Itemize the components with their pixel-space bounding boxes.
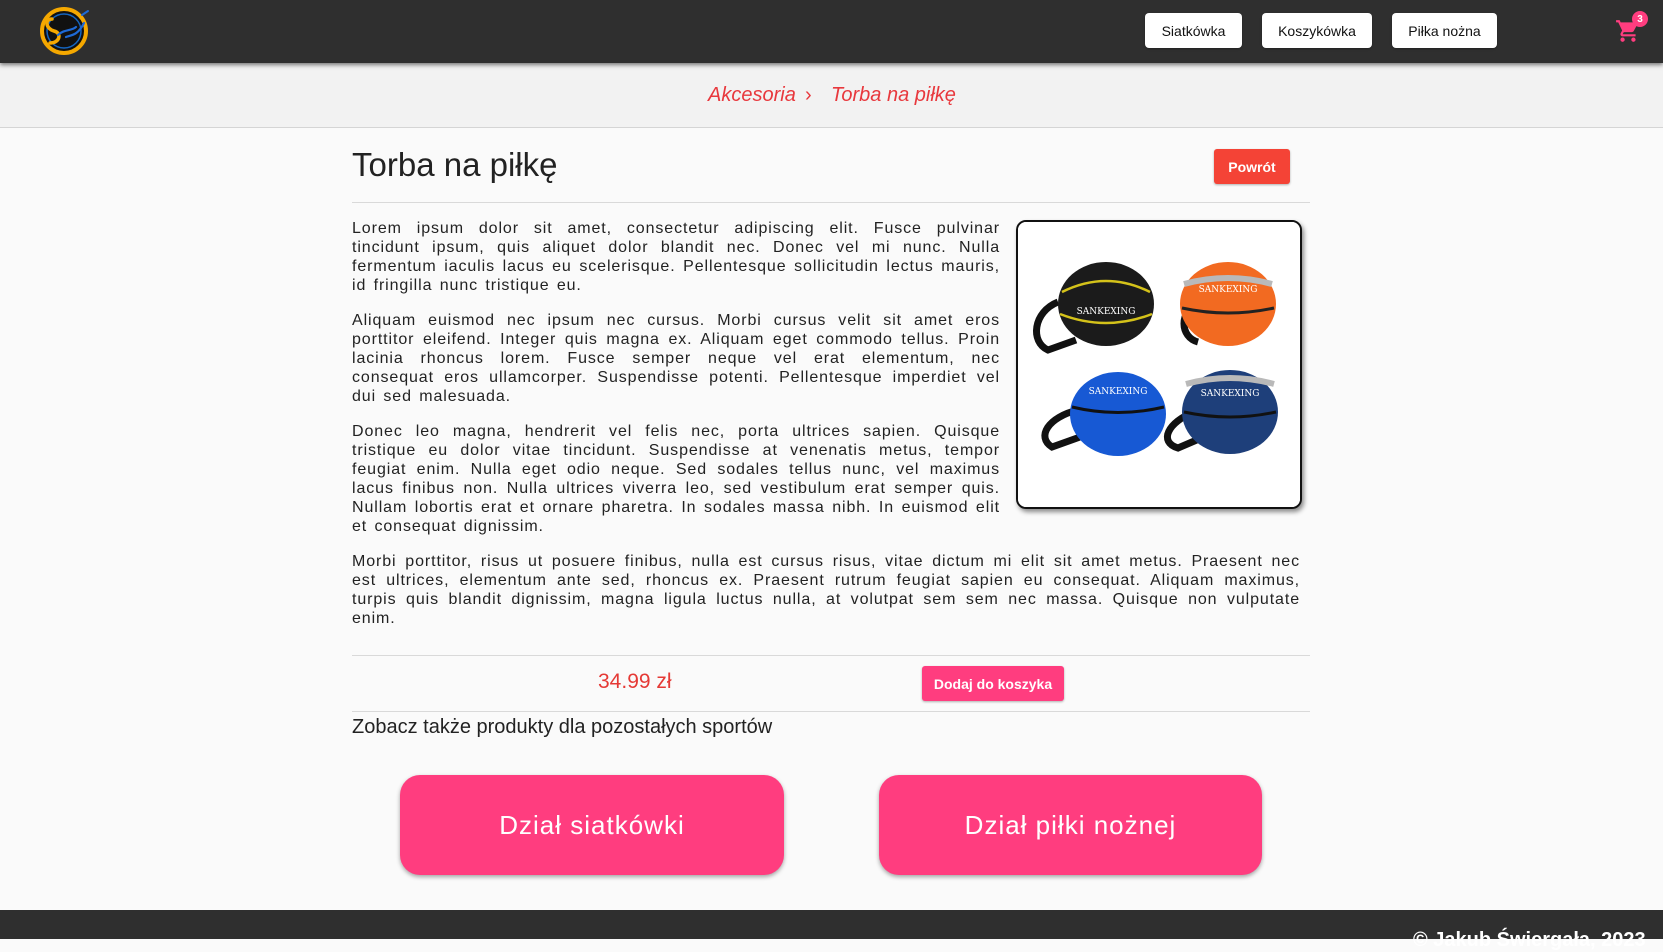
related-heading: Zobacz także produkty dla pozostałych sp… xyxy=(352,716,773,738)
description-paragraph-1: Lorem ipsum dolor sit amet, consectetur … xyxy=(352,220,1000,294)
back-button[interactable]: Powrót xyxy=(1214,149,1290,184)
nav-button-pilka-nozna[interactable]: Piłka nożna xyxy=(1392,13,1497,48)
chevron-right-icon: › xyxy=(805,84,812,106)
divider xyxy=(352,202,1310,203)
nav-button-siatkowka[interactable]: Siatkówka xyxy=(1145,13,1242,48)
svg-text:SANKEXING: SANKEXING xyxy=(1077,307,1136,317)
top-navbar: Siatkówka Koszykówka Piłka nożna 3 xyxy=(0,0,1663,63)
product-image: SANKEXING SANKEXING SANKEXING SANKEXING xyxy=(1016,220,1302,509)
description-paragraph-3: Donec leo magna, hendrerit vel felis nec… xyxy=(352,423,1000,535)
svg-text:SANKEXING: SANKEXING xyxy=(1089,387,1148,397)
divider xyxy=(352,711,1310,712)
description-paragraph-4: Morbi porttitor, risus ut posuere finibu… xyxy=(352,553,1300,627)
volleyball-section-button[interactable]: Dział siatkówki xyxy=(400,775,784,875)
svg-text:SANKEXING: SANKEXING xyxy=(1199,285,1258,295)
svg-text:SANKEXING: SANKEXING xyxy=(1201,389,1260,399)
page-title: Torba na piłkę xyxy=(352,146,558,183)
footer-copyright: © Jakub Świergała, 2023 xyxy=(1413,929,1646,951)
divider xyxy=(352,655,1310,656)
sporty-logo-icon xyxy=(40,7,89,55)
breadcrumb-item-akcesoria[interactable]: Akcesoria xyxy=(708,84,796,107)
football-section-button[interactable]: Dział piłki nożnej xyxy=(879,775,1262,875)
ball-bags-image: SANKEXING SANKEXING SANKEXING SANKEXING xyxy=(1018,222,1300,507)
add-to-cart-button[interactable]: Dodaj do koszyka xyxy=(922,666,1064,701)
logo[interactable] xyxy=(36,5,92,57)
product-price: 34.99 zł xyxy=(598,670,672,693)
cart-count-badge: 3 xyxy=(1632,11,1648,27)
breadcrumb-item-current: Torba na piłkę xyxy=(831,84,956,106)
description-paragraph-2: Aliquam euismod nec ipsum nec cursus. Mo… xyxy=(352,312,1000,405)
nav-button-koszykowka[interactable]: Koszykówka xyxy=(1262,13,1372,48)
